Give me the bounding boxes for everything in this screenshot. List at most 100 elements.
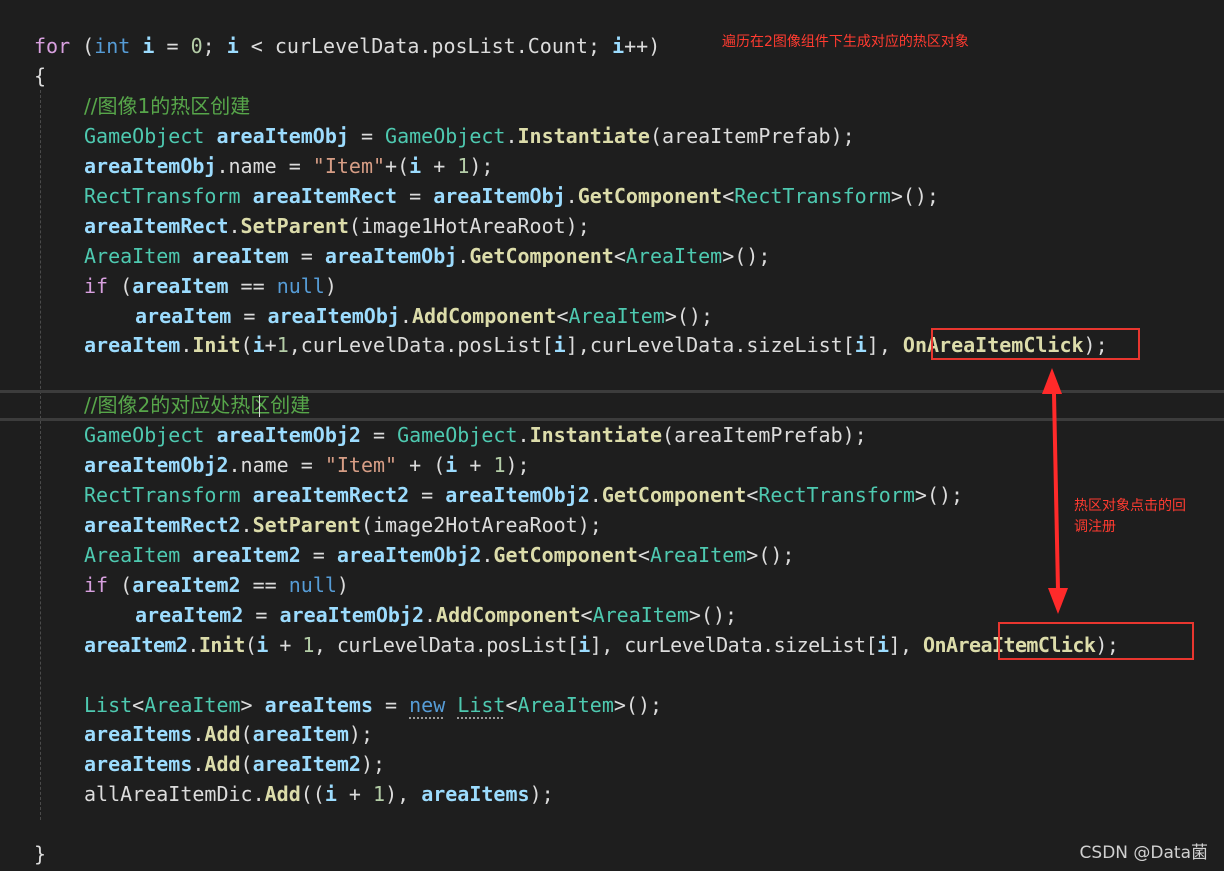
code-line-28[interactable]: } (34, 839, 46, 869)
code-line-9[interactable]: if (areaItem == null) (84, 271, 337, 301)
method: Add (204, 722, 241, 746)
type: AreaItem (144, 693, 241, 717)
var: areaItemRect (252, 184, 398, 208)
indent-guide (40, 90, 41, 820)
code-line-18[interactable]: AreaItem areaItem2 = areaItemObj2.GetCom… (84, 540, 794, 570)
var: areaItemObj2 (445, 483, 590, 507)
code-line-23[interactable]: List<AreaItem> areaItems = new List<Area… (84, 690, 662, 720)
ident: sizeList (773, 633, 866, 657)
ident: curLevelData (336, 633, 475, 657)
text-cursor (259, 395, 260, 417)
ident: name (228, 154, 277, 178)
code-line-25[interactable]: areaItems.Add(areaItem2); (84, 749, 385, 779)
var: areaItemObj2 (336, 543, 482, 567)
ident: curLevelData (624, 633, 763, 657)
code-line-24[interactable]: areaItems.Add(areaItem); (84, 719, 373, 749)
ident: posList (431, 34, 516, 58)
code-line-16[interactable]: RectTransform areaItemRect2 = areaItemOb… (84, 480, 963, 510)
var: areaItemObj (267, 304, 400, 328)
code-line-4[interactable]: GameObject areaItemObj = GameObject.Inst… (84, 121, 855, 151)
var: areaItem (135, 304, 232, 328)
string: "Item" (324, 453, 398, 477)
code-line-10[interactable]: areaItem = areaItemObj.AddComponent<Area… (135, 301, 713, 331)
var: areaItemObj2 (84, 453, 229, 477)
keyword-for: for (34, 34, 71, 58)
ident: image2HotAreaRoot (373, 513, 578, 537)
var: areaItem2 (252, 752, 361, 776)
method: GetComponent (493, 543, 638, 567)
keyword-if: if (84, 573, 109, 597)
var: areaItems (264, 693, 374, 717)
type: List (457, 693, 506, 717)
method: GetComponent (469, 244, 614, 268)
var-i: i (256, 633, 268, 657)
code-line-19[interactable]: if (areaItem2 == null) (84, 570, 349, 600)
ident: curLevelData (300, 333, 446, 357)
code-line-17[interactable]: areaItemRect2.SetParent(image2HotAreaRoo… (84, 510, 602, 540)
type: RectTransform (84, 483, 241, 507)
num: 0 (190, 34, 203, 58)
num: 1 (302, 633, 314, 657)
code-line-21[interactable]: areaItem2.Init(i + 1, curLevelData.posLi… (84, 630, 1119, 660)
var: areaItem2 (192, 543, 301, 567)
code-line-1[interactable]: for (int i = 0; i < curLevelData.posList… (34, 31, 660, 61)
var-i: i (612, 34, 625, 58)
var: areaItemObj2 (216, 423, 361, 447)
var-i: i (409, 154, 422, 178)
var: areaItems (84, 722, 193, 746)
code-line-26[interactable]: allAreaItemDic.Add((i + 1), areaItems); (84, 779, 554, 809)
code-line-14[interactable]: GameObject areaItemObj2 = GameObject.Ins… (84, 420, 867, 450)
var: areaItemRect2 (84, 513, 241, 537)
method: GetComponent (601, 483, 747, 507)
type: GameObject (84, 423, 205, 447)
var: areaItemRect (84, 214, 229, 238)
method: Add (204, 752, 241, 776)
type: AreaItem (84, 543, 181, 567)
var: areaItem2 (132, 573, 241, 597)
var-i: i (854, 333, 867, 357)
code-line-8[interactable]: AreaItem areaItem = areaItemObj.GetCompo… (84, 241, 770, 271)
type: AreaItem (84, 244, 181, 268)
code-line-15[interactable]: areaItemObj2.name = "Item" + (i + 1); (84, 450, 530, 480)
code-editor[interactable]: for (int i = 0; i < curLevelData.posList… (0, 0, 1224, 871)
var: areaItem (84, 333, 181, 357)
var-i: i (324, 782, 337, 806)
var: areaItemObj2 (279, 603, 425, 627)
code-line-7[interactable]: areaItemRect.SetParent(image1HotAreaRoot… (84, 211, 590, 241)
type: AreaItem (568, 304, 665, 328)
var: areaItemObj (324, 244, 458, 268)
var: areaItem (192, 244, 289, 268)
code-line-6[interactable]: RectTransform areaItemRect = areaItemObj… (84, 181, 939, 211)
type: RectTransform (84, 184, 241, 208)
var: areaItems (421, 782, 530, 806)
method: AddComponent (411, 304, 557, 328)
code-line-13[interactable]: //图像2的对应处热区创建 (84, 390, 310, 420)
string: "Item" (312, 154, 386, 178)
code-line-3[interactable]: //图像1的热区创建 (84, 91, 250, 121)
keyword-if: if (84, 274, 109, 298)
type: AreaItem (649, 543, 747, 567)
method: Init (198, 633, 246, 657)
var: areaItem2 (84, 633, 188, 657)
var: areaItemObj (84, 154, 217, 178)
var-i: i (553, 333, 566, 357)
ident: allAreaItemDic (84, 782, 253, 806)
method: GetComponent (577, 184, 723, 208)
code-line-2[interactable]: { (34, 61, 46, 91)
type: AreaItem (625, 244, 723, 268)
num: 1 (493, 453, 506, 477)
type: AreaItem (592, 603, 689, 627)
comment: 热区创建 (230, 393, 311, 417)
var: areaItemRect2 (252, 483, 410, 507)
var-i: i (877, 633, 889, 657)
var-i: i (226, 34, 239, 58)
keyword-null: null (276, 274, 325, 298)
highlight-box-callback-1 (931, 328, 1140, 360)
type: AreaItem (517, 693, 614, 717)
code-line-20[interactable]: areaItem2 = areaItemObj2.AddComponent<Ar… (135, 600, 737, 630)
code-line-5[interactable]: areaItemObj.name = "Item"+(i + 1); (84, 151, 493, 181)
ident: areaItemPrefab (662, 124, 831, 148)
var: areaItem (252, 722, 349, 746)
method: Init (192, 333, 241, 357)
var: areaItemObj (216, 124, 349, 148)
